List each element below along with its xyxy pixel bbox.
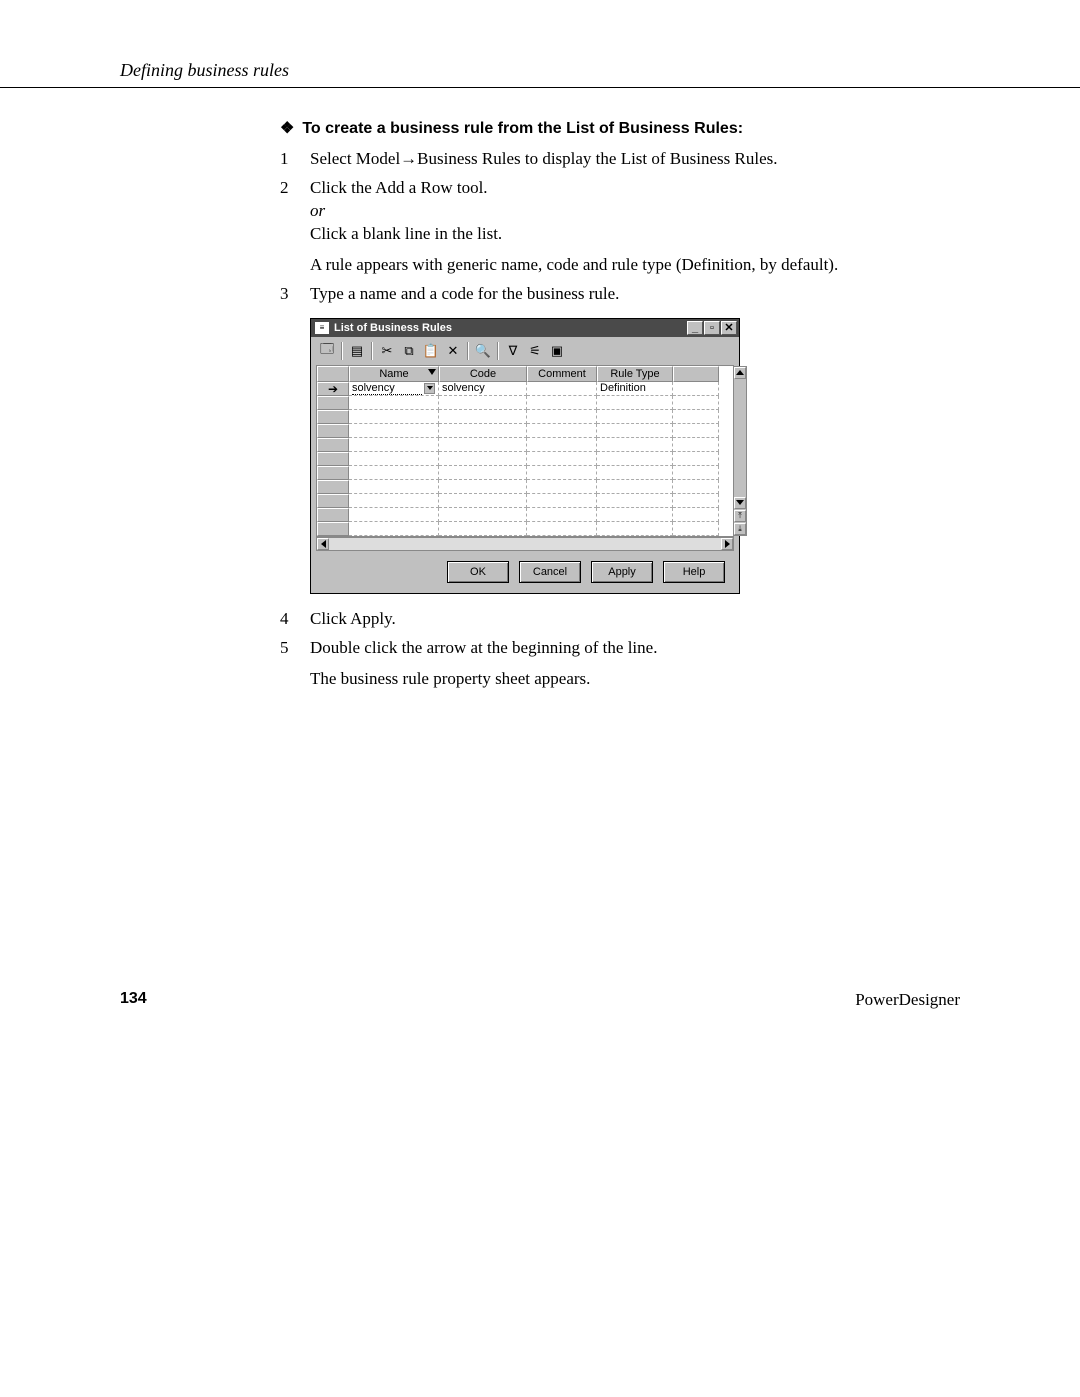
table-row[interactable]	[317, 466, 733, 480]
grid-header-row: Name Code Comment Rule Type	[317, 366, 733, 382]
content-area: ❖ To create a business rule from the List…	[0, 118, 1080, 690]
scroll-top-icon[interactable]: ⤒	[734, 510, 746, 522]
vertical-scrollbar[interactable]: ⤒ ⤓	[733, 366, 747, 536]
step-2-result: A rule appears with generic name, code a…	[310, 254, 960, 277]
sort-icon[interactable]: ⚟	[525, 341, 545, 361]
dialog-icon: ≡	[315, 322, 329, 334]
table-row[interactable]	[317, 494, 733, 508]
col-name[interactable]: Name	[349, 366, 439, 382]
step-number: 5	[280, 637, 310, 691]
scroll-down-icon[interactable]	[734, 497, 746, 509]
procedure-title-text: To create a business rule from the List …	[302, 120, 743, 137]
col-comment[interactable]: Comment	[527, 366, 597, 382]
step-3: 3 Type a name and a code for the busines…	[280, 283, 960, 306]
table-row[interactable]	[317, 438, 733, 452]
ok-button[interactable]: OK	[447, 561, 509, 583]
step-2: 2 Click the Add a Row tool. or Click a b…	[280, 177, 960, 277]
minimize-button[interactable]: _	[687, 321, 703, 335]
cell-comment[interactable]	[527, 382, 597, 396]
apply-button[interactable]: Apply	[591, 561, 653, 583]
step-2-or: or	[310, 200, 960, 223]
step-number: 2	[280, 177, 310, 277]
col-ruletype[interactable]: Rule Type	[597, 366, 673, 382]
maximize-button[interactable]: ▫	[704, 321, 720, 335]
step-body: Double click the arrow at the beginning …	[310, 637, 960, 691]
step-body: Select Model→Business Rules to display t…	[310, 148, 960, 171]
row-selector-header[interactable]	[317, 366, 349, 382]
filter-icon[interactable]: ∇	[503, 341, 523, 361]
sort-indicator-icon	[428, 369, 436, 375]
table-row[interactable]	[317, 480, 733, 494]
procedure-steps: 1 Select Model→Business Rules to display…	[280, 148, 960, 306]
step-5-result: The business rule property sheet appears…	[310, 668, 960, 691]
dialog-title: List of Business Rules	[334, 322, 452, 334]
table-row[interactable]	[317, 508, 733, 522]
copy-icon[interactable]: ⧉	[399, 341, 419, 361]
scroll-right-icon[interactable]	[721, 538, 733, 550]
current-row-arrow-icon: ➔	[328, 383, 338, 395]
step-body: Click the Add a Row tool. or Click a bla…	[310, 177, 960, 277]
help-button[interactable]: Help	[663, 561, 725, 583]
cell-code[interactable]: solvency	[439, 382, 527, 396]
table-row[interactable]	[317, 522, 733, 536]
dialog-screenshot: ≡ List of Business Rules _ ▫ ✕ 🗔 ▤ ✂ ⧉ 📋…	[310, 318, 740, 594]
dialog-button-row: OK Cancel Apply Help	[311, 553, 739, 593]
step-1: 1 Select Model→Business Rules to display…	[280, 148, 960, 171]
row-indicator[interactable]: ➔	[317, 382, 349, 396]
scroll-left-icon[interactable]	[317, 538, 329, 550]
step-body: Click Apply.	[310, 608, 960, 631]
table-row[interactable]	[317, 410, 733, 424]
delete-icon[interactable]: ✕	[443, 341, 463, 361]
product-name: PowerDesigner	[855, 990, 960, 1010]
cancel-button[interactable]: Cancel	[519, 561, 581, 583]
step-2-line1: Click the Add a Row tool.	[310, 177, 960, 200]
col-code[interactable]: Code	[439, 366, 527, 382]
paste-icon[interactable]: 📋	[421, 341, 441, 361]
customize-icon[interactable]: ▣	[547, 341, 567, 361]
page-number: 134	[120, 990, 147, 1010]
running-head: Defining business rules	[0, 60, 1080, 88]
dialog-toolbar: 🗔 ▤ ✂ ⧉ 📋 ✕ 🔍 ∇ ⚟ ▣	[311, 337, 739, 365]
table-row[interactable]	[317, 452, 733, 466]
add-row-icon[interactable]: ▤	[347, 341, 367, 361]
dialog-titlebar[interactable]: ≡ List of Business Rules _ ▫ ✕	[311, 319, 739, 337]
table-row[interactable]	[317, 396, 733, 410]
procedure-title: ❖ To create a business rule from the List…	[280, 118, 960, 138]
find-icon[interactable]: 🔍	[473, 341, 493, 361]
step-number: 4	[280, 608, 310, 631]
rules-grid[interactable]: Name Code Comment Rule Type ➔ solvency s…	[316, 365, 734, 537]
table-row[interactable]	[317, 424, 733, 438]
close-button[interactable]: ✕	[721, 321, 737, 335]
cell-name[interactable]: solvency	[349, 382, 439, 396]
scroll-up-icon[interactable]	[734, 367, 746, 379]
step-5-line1: Double click the arrow at the beginning …	[310, 637, 960, 660]
step-body: Type a name and a code for the business …	[310, 283, 960, 306]
horizontal-scrollbar[interactable]	[316, 537, 734, 551]
step-number: 1	[280, 148, 310, 171]
cell-extra	[673, 382, 719, 396]
step-5: 5 Double click the arrow at the beginnin…	[280, 637, 960, 691]
cell-ruletype[interactable]: Definition	[597, 382, 673, 396]
step-2-line2: Click a blank line in the list.	[310, 223, 960, 246]
diamond-icon: ❖	[280, 120, 294, 137]
step-number: 3	[280, 283, 310, 306]
properties-icon[interactable]: 🗔	[317, 341, 337, 361]
cut-icon[interactable]: ✂	[377, 341, 397, 361]
table-row[interactable]: ➔ solvency solvency Definition	[317, 382, 733, 396]
name-dropdown-icon[interactable]	[424, 383, 435, 394]
step-4: 4 Click Apply.	[280, 608, 960, 631]
procedure-steps-cont: 4 Click Apply. 5 Double click the arrow …	[280, 608, 960, 691]
page-footer: 134 PowerDesigner	[0, 990, 1080, 1010]
scroll-bottom-icon[interactable]: ⤓	[734, 523, 746, 535]
cell-name-value[interactable]: solvency	[352, 382, 422, 395]
col-extra	[673, 366, 719, 382]
